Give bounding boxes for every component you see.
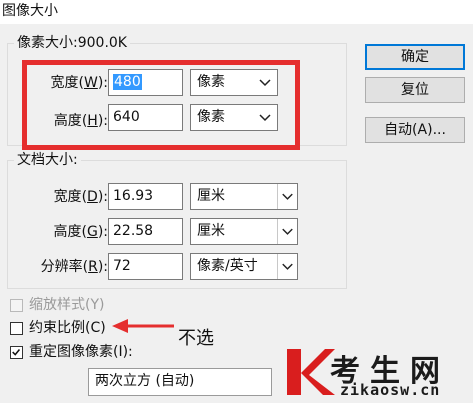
chevron-down-icon bbox=[277, 184, 293, 209]
doc-height-input[interactable]: 22.58 bbox=[108, 218, 183, 245]
document-size-legend: 文档大小: bbox=[17, 152, 78, 168]
resolution-unit-select[interactable]: 像素/英寸 bbox=[190, 253, 298, 280]
annotation-arrow-icon bbox=[112, 319, 174, 333]
resample-label: 重定图像像素(I): bbox=[29, 344, 133, 360]
image-size-dialog: 图像大小 像素大小:900.0K 宽度(W): 480 像素 高度(H): 64… bbox=[0, 0, 473, 403]
title-bar: 图像大小 bbox=[0, 0, 473, 24]
resolution-input[interactable]: 72 bbox=[108, 253, 183, 280]
constrain-proportions-label: 约束比例(C) bbox=[29, 320, 106, 336]
ok-button[interactable]: 确定 bbox=[365, 44, 465, 70]
resolution-label: 分辨率(R): bbox=[40, 259, 108, 275]
watermark-url: zikaosw.cn bbox=[340, 381, 441, 399]
chevron-down-icon bbox=[277, 219, 293, 244]
scale-styles-label: 缩放样式(Y) bbox=[29, 297, 105, 313]
resample-checkbox[interactable] bbox=[10, 346, 23, 359]
checkmark-icon bbox=[12, 349, 21, 356]
chevron-down-icon bbox=[277, 254, 293, 279]
reset-button[interactable]: 复位 bbox=[365, 77, 465, 103]
doc-height-unit-select[interactable]: 厘米 bbox=[190, 218, 298, 245]
highlight-box bbox=[22, 60, 300, 150]
doc-width-input[interactable]: 16.93 bbox=[108, 183, 183, 210]
dialog-title: 图像大小 bbox=[2, 3, 58, 19]
resample-method-select[interactable]: 两次立方 (自动) bbox=[88, 368, 272, 396]
doc-width-label: 宽度(D): bbox=[53, 189, 108, 205]
annotation-text: 不选 bbox=[178, 328, 214, 349]
doc-height-label: 高度(G): bbox=[53, 224, 108, 240]
auto-button[interactable]: 自动(A)... bbox=[365, 117, 465, 143]
constrain-proportions-checkbox[interactable] bbox=[10, 322, 23, 335]
scale-styles-checkbox[interactable] bbox=[10, 299, 23, 312]
doc-width-unit-select[interactable]: 厘米 bbox=[190, 183, 298, 210]
pixel-dimensions-legend: 像素大小:900.0K bbox=[17, 35, 127, 51]
